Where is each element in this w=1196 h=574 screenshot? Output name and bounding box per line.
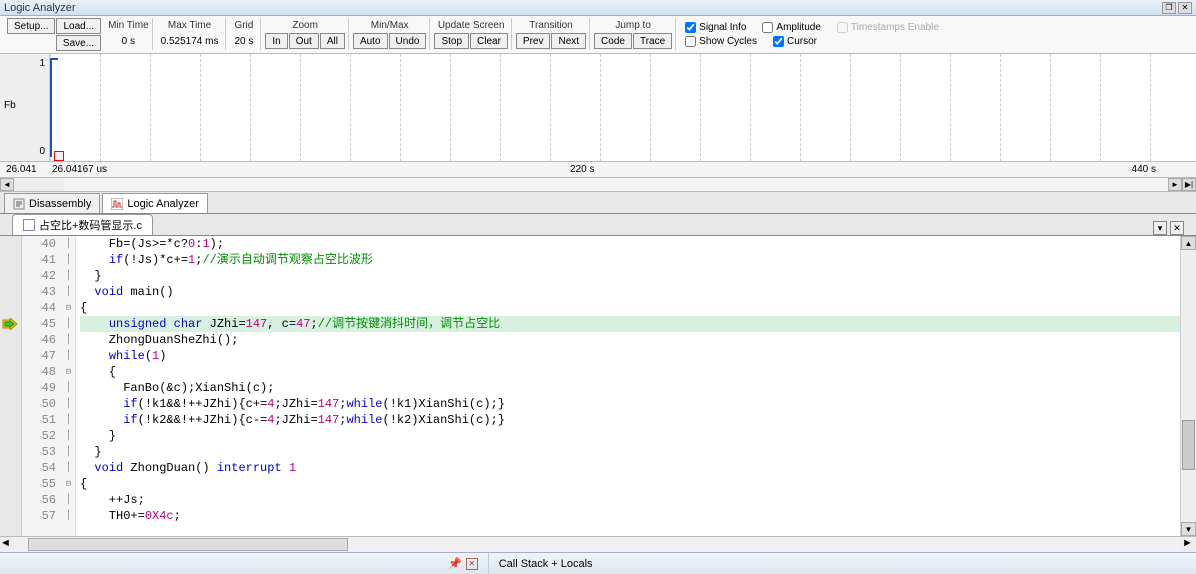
amplitude-checkbox[interactable]: Amplitude (758, 20, 824, 34)
waveform-area[interactable]: 1 Fb 0 (0, 54, 1196, 162)
time-right: 440 s (1132, 164, 1156, 175)
view-tabstrip: Disassembly Logic Analyzer (0, 192, 1196, 214)
logic-analyzer-icon (111, 198, 123, 210)
status-bar: 📌 ✕ Call Stack + Locals (0, 552, 1196, 574)
tab-close-icon[interactable]: ✕ (1170, 221, 1184, 235)
panel-title: Logic Analyzer (4, 2, 76, 14)
minmax-auto-button[interactable]: Auto (353, 33, 388, 49)
time-left: 26.04167 us (52, 164, 107, 175)
minmax-header: Min/Max (371, 18, 409, 32)
load-button[interactable]: Load... (56, 18, 101, 34)
update-stop-button[interactable]: Stop (434, 33, 469, 49)
file-tabstrip: 占空比+数码管显示.c ▾ ✕ (0, 214, 1196, 236)
file-tab[interactable]: 占空比+数码管显示.c (12, 214, 153, 235)
file-icon (23, 219, 35, 231)
cursor-checkbox[interactable]: Cursor (769, 34, 821, 48)
scroll-end-icon[interactable]: ▶| (1182, 178, 1196, 191)
tab-dropdown-icon[interactable]: ▾ (1153, 221, 1167, 235)
editor-hscroll[interactable]: ◄ ► (0, 536, 1196, 552)
y-high-label: 1 (39, 58, 45, 69)
zoom-out-button[interactable]: Out (289, 33, 319, 49)
la-toolbar: Setup... Load... Save... Min Time 0 s Ma… (0, 16, 1196, 54)
status-close-icon[interactable]: ✕ (466, 558, 478, 570)
time-cursor[interactable] (54, 151, 64, 161)
line-numbers: 404142434445464748495051525354555657 (22, 236, 62, 536)
fold-gutter[interactable]: ││││⊟│││⊟││││││⊟││ (62, 236, 76, 536)
scroll-thumb[interactable] (1182, 420, 1195, 470)
logic-analyzer-titlebar: Logic Analyzer ❐ ✕ (0, 0, 1196, 16)
y-low-label: 0 (39, 146, 45, 157)
trans-prev-button[interactable]: Prev (516, 33, 551, 49)
grid-header: Grid (234, 18, 253, 32)
waveform-trace (50, 58, 58, 157)
scroll-right-icon[interactable]: ► (1168, 178, 1182, 191)
jump-code-button[interactable]: Code (594, 33, 632, 49)
jump-header: Jump to (615, 18, 651, 32)
zoom-header: Zoom (292, 18, 318, 32)
code-text[interactable]: Fb=(Js>=*c?0:1); if(!Js)*c+=1;//演示自动调节观察… (76, 236, 1180, 536)
minmax-undo-button[interactable]: Undo (389, 33, 427, 49)
code-editor[interactable]: 404142434445464748495051525354555657 │││… (0, 236, 1196, 536)
tab-logic-analyzer[interactable]: Logic Analyzer (102, 193, 208, 213)
show-cycles-checkbox[interactable]: Show Cycles (681, 34, 761, 48)
hscroll-right-icon[interactable]: ► (1182, 537, 1196, 552)
save-button[interactable]: Save... (56, 35, 101, 51)
breakpoint-gutter[interactable] (0, 236, 22, 536)
setup-button[interactable]: Setup... (7, 18, 55, 34)
jump-trace-button[interactable]: Trace (633, 33, 672, 49)
min-time-header: Min Time (108, 18, 149, 32)
time-mid: 220 s (570, 164, 594, 175)
hscroll-thumb[interactable] (28, 538, 348, 551)
update-clear-button[interactable]: Clear (470, 33, 508, 49)
time-axis: 26.041 26.04167 us 220 s 440 s (0, 162, 1196, 178)
grid-value: 20 s (230, 36, 257, 47)
close-button[interactable]: ✕ (1178, 2, 1192, 14)
transition-header: Transition (529, 18, 573, 32)
scroll-up-icon[interactable]: ▲ (1181, 236, 1196, 250)
trans-next-button[interactable]: Next (551, 33, 586, 49)
signal-info-checkbox[interactable]: Signal Info (681, 20, 750, 34)
scroll-left-icon[interactable]: ◄ (0, 178, 14, 191)
hscroll-left-icon[interactable]: ◄ (0, 537, 14, 552)
tab-disassembly[interactable]: Disassembly (4, 193, 100, 213)
pin-icon[interactable]: 📌 (448, 557, 462, 570)
zoom-in-button[interactable]: In (265, 33, 287, 49)
max-time-header: Max Time (168, 18, 211, 32)
min-time-value: 0 s (118, 36, 139, 47)
la-hscroll[interactable]: ◄ ► ▶| (0, 178, 1196, 192)
time-left2: 26.041 (6, 164, 37, 175)
max-time-value: 0.525174 ms (157, 36, 223, 47)
disassembly-icon (13, 198, 25, 210)
callstack-label[interactable]: Call Stack + Locals (499, 558, 593, 570)
editor-vscroll[interactable]: ▲ ▼ (1180, 236, 1196, 536)
signal-name: Fb (4, 100, 16, 111)
restore-button[interactable]: ❐ (1162, 2, 1176, 14)
scroll-down-icon[interactable]: ▼ (1181, 522, 1196, 536)
update-header: Update Screen (438, 18, 505, 32)
zoom-all-button[interactable]: All (320, 33, 345, 49)
execution-pointer-icon (2, 318, 18, 330)
timestamps-checkbox: Timestamps Enable (833, 20, 943, 34)
